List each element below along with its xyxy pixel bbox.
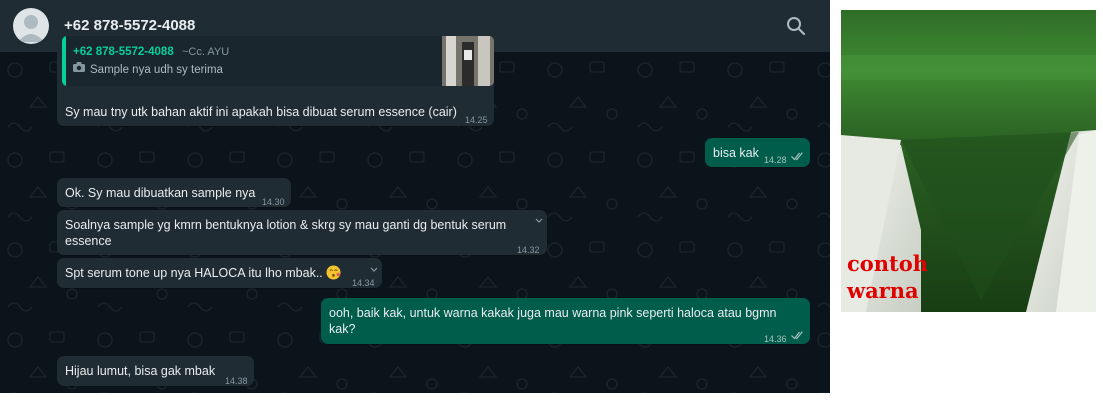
contact-name[interactable]: +62 878-5572-4088 xyxy=(64,17,195,34)
chevron-down-icon[interactable] xyxy=(370,267,378,273)
chat-panel: +62 878-5572-4088 +62 878-5572-4088 ~Cc.… xyxy=(0,0,830,393)
caption-line: warna xyxy=(847,278,919,303)
message-text-content: Spt serum tone up nya HALOCA itu lho mba… xyxy=(65,266,323,280)
message-time: 14.34 xyxy=(352,278,375,288)
message-bubble-incoming[interactable]: Hijau lumut, bisa gak mbak 14.38 xyxy=(57,356,254,386)
caption-line: contoh xyxy=(847,251,929,276)
quote-thumbnail[interactable] xyxy=(442,36,494,86)
quote-accent-bar xyxy=(62,36,66,86)
photo-caption: contoh warna xyxy=(847,250,928,304)
message-text: ooh, baik kak, untuk warna kakak juga ma… xyxy=(329,306,777,320)
message-bubble-outgoing[interactable]: bisa kak 14.28 xyxy=(705,138,810,167)
double-check-icon xyxy=(791,152,803,161)
message-time: 14.36 xyxy=(764,334,787,344)
message-text: Hijau lumut, bisa gak mbak xyxy=(65,364,216,378)
quote-author: +62 878-5572-4088 xyxy=(73,46,174,58)
quoted-message[interactable]: +62 878-5572-4088 ~Cc. AYU Sample nya ud… xyxy=(62,36,494,86)
message-bubble-outgoing[interactable]: ooh, baik kak, untuk warna kakak juga ma… xyxy=(321,298,810,344)
message-time: 14.38 xyxy=(225,376,248,386)
message-text: Spt serum tone up nya HALOCA itu lho mba… xyxy=(65,265,341,281)
message-bubble-incoming[interactable]: Spt serum tone up nya HALOCA itu lho mba… xyxy=(57,258,382,288)
message-text: Soalnya sample yg kmrn bentuknya lotion … xyxy=(65,218,507,232)
message-text: Sy mau tny utk bahan aktif ini apakah bi… xyxy=(65,105,457,119)
message-text: kak? xyxy=(329,322,356,336)
sample-color-photo: contoh warna xyxy=(841,10,1096,312)
message-text: bisa kak xyxy=(713,146,759,160)
message-text: Ok. Sy mau dibuatkan sample nya xyxy=(65,186,256,200)
quote-text: Sample nya udh sy terima xyxy=(90,64,223,76)
message-text: essence xyxy=(65,234,112,248)
message-time: 14.28 xyxy=(764,155,787,165)
quote-alias: ~Cc. AYU xyxy=(182,46,230,58)
search-icon[interactable] xyxy=(784,14,808,38)
message-bubble-incoming[interactable]: +62 878-5572-4088 ~Cc. AYU Sample nya ud… xyxy=(57,36,494,126)
message-bubble-incoming[interactable]: Soalnya sample yg kmrn bentuknya lotion … xyxy=(57,210,547,255)
message-time: 14.30 xyxy=(262,197,285,207)
avatar-icon[interactable] xyxy=(13,8,49,44)
message-time: 14.32 xyxy=(517,245,540,255)
double-check-icon xyxy=(791,331,803,340)
message-bubble-incoming[interactable]: Ok. Sy mau dibuatkan sample nya 14.30 xyxy=(57,178,291,207)
chevron-down-icon[interactable] xyxy=(535,218,543,224)
camera-icon xyxy=(73,62,85,72)
kissing-face-emoji xyxy=(326,265,341,280)
message-time: 14.25 xyxy=(465,115,488,125)
